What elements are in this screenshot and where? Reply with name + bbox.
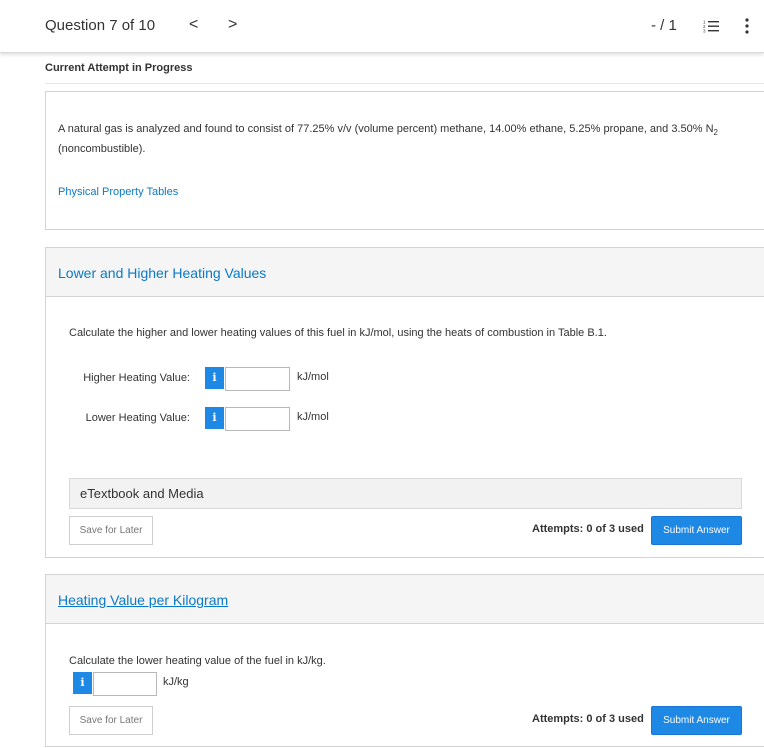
part-1-question: Calculate the higher and lower heating v… (69, 327, 607, 339)
attempt-status: Current Attempt in Progress (45, 62, 193, 74)
attempts-counter: Attempts: 0 of 3 used (532, 523, 644, 535)
question-list-icon[interactable]: 1 2 3 (703, 19, 719, 33)
next-question-icon[interactable]: > (228, 16, 237, 34)
part-2-header: Heating Value per Kilogram (46, 575, 764, 624)
higher-heating-value-label: Higher Heating Value: (83, 372, 190, 384)
svg-text:3: 3 (703, 29, 706, 34)
score: - / 1 (651, 17, 677, 34)
part-1-title[interactable]: Lower and Higher Heating Values (58, 265, 266, 281)
problem-text-main: A natural gas is analyzed and found to c… (58, 123, 714, 135)
lower-heating-value-per-kg-input[interactable] (93, 672, 157, 696)
divider (45, 83, 764, 84)
info-icon[interactable]: i (205, 367, 224, 389)
lower-heating-value-input[interactable] (225, 407, 290, 431)
info-icon[interactable]: i (73, 672, 92, 694)
lower-heating-value-per-kg-unit: kJ/kg (163, 676, 189, 688)
more-vertical-icon[interactable] (744, 18, 750, 34)
lower-heating-value-unit: kJ/mol (297, 411, 329, 423)
part-1-header: Lower and Higher Heating Values (46, 248, 764, 297)
info-icon[interactable]: i (205, 407, 224, 429)
attempts-counter: Attempts: 0 of 3 used (532, 713, 644, 725)
top-bar: Question 7 of 10 < > - / 1 1 2 3 (0, 0, 764, 53)
submit-answer-button[interactable]: Submit Answer (651, 516, 742, 545)
previous-question-icon[interactable]: < (189, 16, 198, 34)
part-2-panel: Heating Value per Kilogram Calculate the… (45, 574, 764, 747)
higher-heating-value-input[interactable] (225, 367, 290, 391)
question-position: Question 7 of 10 (45, 17, 156, 34)
higher-heating-value-unit: kJ/mol (297, 371, 329, 383)
problem-text: A natural gas is analyzed and found to c… (58, 121, 758, 158)
problem-statement: A natural gas is analyzed and found to c… (45, 91, 764, 230)
problem-text-tail: (noncombustible). (58, 143, 146, 156)
etextbook-media-bar[interactable]: eTextbook and Media (69, 478, 742, 509)
save-for-later-button[interactable]: Save for Later (69, 516, 153, 545)
save-for-later-button[interactable]: Save for Later (69, 706, 153, 735)
lower-heating-value-label: Lower Heating Value: (85, 412, 190, 424)
part-1-panel: Lower and Higher Heating Values Calculat… (45, 247, 764, 558)
physical-property-tables-link[interactable]: Physical Property Tables (58, 186, 178, 198)
problem-subscript: 2 (713, 128, 718, 138)
part-2-title[interactable]: Heating Value per Kilogram (58, 592, 228, 608)
part-2-question: Calculate the lower heating value of the… (69, 655, 326, 667)
submit-answer-button[interactable]: Submit Answer (651, 706, 742, 735)
